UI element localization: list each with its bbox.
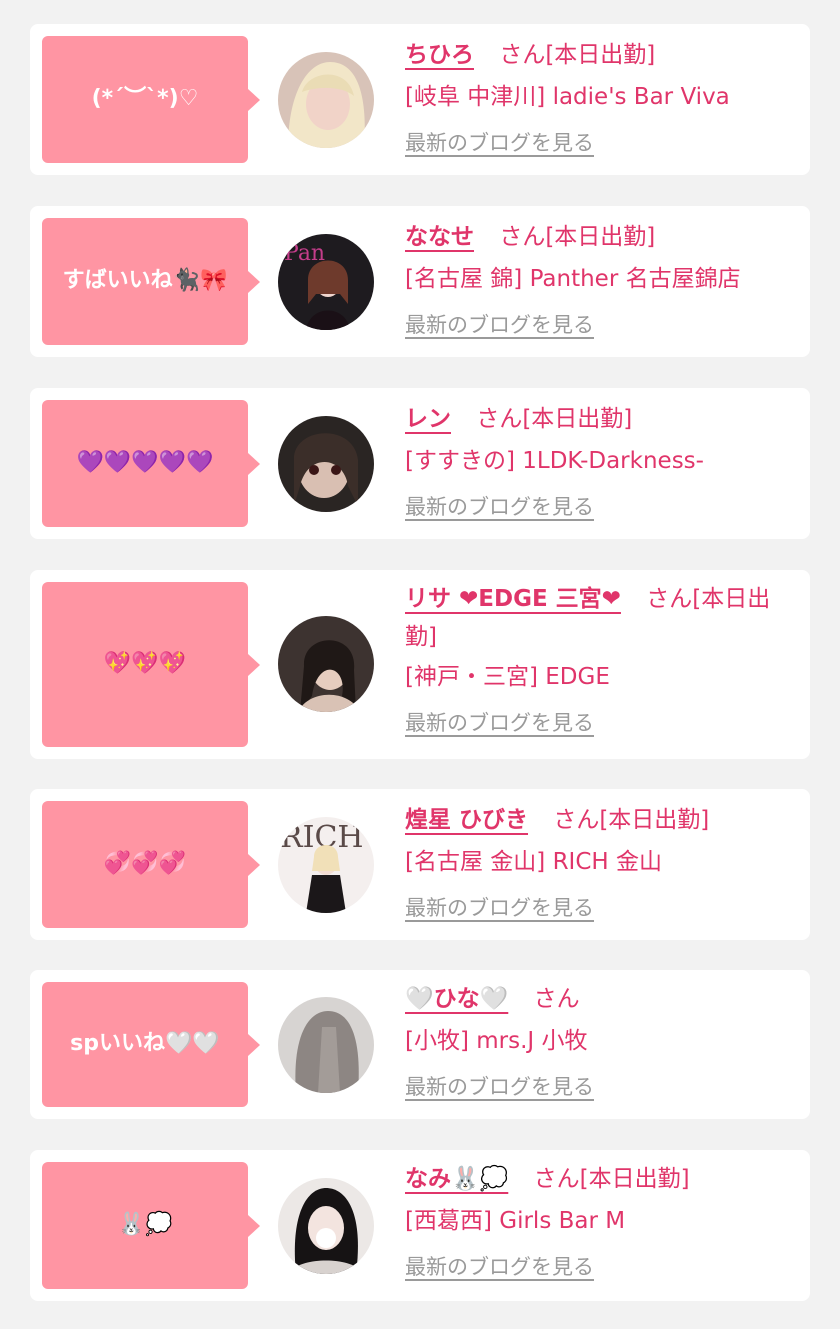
honorific: さん: [533, 1166, 580, 1192]
status-badge: [本日出勤]: [522, 406, 633, 432]
comment-text: すばいいね🐈‍⬛🎀: [62, 268, 228, 294]
profile-photo-icon: [278, 52, 374, 148]
avatar[interactable]: [278, 997, 374, 1093]
comment-text: 💜💜💜💜💜: [76, 450, 214, 476]
comment-bubble: すばいいね🐈‍⬛🎀: [42, 218, 260, 345]
shop-name: [小牧] mrs.J 小牧: [405, 1028, 588, 1054]
profile-photo-icon: [278, 997, 374, 1093]
list-item: spいいね🤍🤍 🤍ひな🤍 さん [小牧] mrs.J 小牧 最新のブログを見る: [30, 970, 810, 1119]
avatar[interactable]: RICH: [278, 817, 374, 913]
comment-bubble: 🐰💭: [42, 1162, 260, 1289]
comment-text: 💞💞💞: [103, 851, 187, 877]
shop-name: [名古屋 金山] RICH 金山: [405, 849, 662, 875]
avatar[interactable]: [278, 1178, 374, 1274]
shop-name: [岐阜 中津川] ladie's Bar Viva: [405, 84, 730, 110]
profile-photo-icon: [278, 616, 374, 712]
svg-text:Pan: Pan: [284, 241, 325, 266]
profile-name-link[interactable]: 煌星 ひびき: [405, 807, 528, 833]
avatar[interactable]: Pan: [278, 234, 374, 330]
honorific: さん: [646, 586, 693, 612]
entry-info: 煌星 ひびき さん[本日出勤] [名古屋 金山] RICH 金山 最新のブログを…: [405, 799, 790, 929]
list-item: 💜💜💜💜💜 レン さん[本日出勤] [すすきの] 1LDK-Darkness- …: [30, 388, 810, 539]
honorific: さん: [533, 986, 580, 1012]
honorific: さん: [553, 807, 600, 833]
profile-photo-icon: RICH: [278, 817, 374, 913]
profile-name-link[interactable]: ななせ: [405, 224, 474, 250]
avatar[interactable]: [278, 416, 374, 512]
comment-text: (*´︶`*)♡: [91, 86, 199, 112]
honorific: さん: [499, 224, 546, 250]
shop-name: [神戸・三宮] EDGE: [405, 664, 610, 690]
profile-photo-icon: [278, 1178, 374, 1274]
like-list: (*´︶`*)♡ ちひろ さん[本日出勤] [岐阜 中津川] ladie's B…: [0, 0, 840, 1329]
list-item: すばいいね🐈‍⬛🎀 Pan ななせ さん[本日出勤] [名古屋 錦] Panth…: [30, 206, 810, 357]
honorific: さん: [476, 406, 523, 432]
list-item: 💞💞💞 RICH 煌星 ひびき さん[本日出勤] [名古屋 金山] RICH 金…: [30, 789, 810, 940]
profile-name-link[interactable]: なみ🐰💭: [405, 1166, 508, 1192]
list-item: 💖💖💖 リサ ❤︎EDGE 三宮❤︎ さん[本日出勤] [神戸・三宮] EDGE…: [30, 570, 810, 759]
status-badge: [本日出勤]: [545, 224, 656, 250]
profile-name-link[interactable]: 🤍ひな🤍: [405, 986, 508, 1012]
list-item: (*´︶`*)♡ ちひろ さん[本日出勤] [岐阜 中津川] ladie's B…: [30, 24, 810, 175]
comment-text: 💖💖💖: [103, 651, 187, 677]
entry-info: ちひろ さん[本日出勤] [岐阜 中津川] ladie's Bar Viva 最…: [405, 34, 790, 164]
comment-bubble: (*´︶`*)♡: [42, 36, 260, 163]
profile-photo-icon: [278, 416, 374, 512]
comment-bubble: 💖💖💖: [42, 582, 260, 747]
profile-name-link[interactable]: リサ ❤︎EDGE 三宮❤︎: [405, 586, 621, 612]
entry-info: リサ ❤︎EDGE 三宮❤︎ さん[本日出勤] [神戸・三宮] EDGE 最新の…: [405, 580, 790, 744]
profile-name-link[interactable]: レン: [405, 406, 451, 432]
avatar[interactable]: [278, 52, 374, 148]
entry-info: なみ🐰💭 さん[本日出勤] [西葛西] Girls Bar M 最新のブログを見…: [405, 1158, 790, 1288]
blog-link[interactable]: 最新のブログを見る: [405, 887, 594, 929]
shop-name: [すすきの] 1LDK-Darkness-: [405, 448, 704, 474]
blog-link[interactable]: 最新のブログを見る: [405, 1246, 594, 1288]
shop-name: [西葛西] Girls Bar M: [405, 1208, 626, 1234]
status-badge: [本日出勤]: [545, 42, 656, 68]
avatar[interactable]: [278, 616, 374, 712]
comment-bubble: spいいね🤍🤍: [42, 982, 260, 1107]
comment-bubble: 💞💞💞: [42, 801, 260, 928]
profile-name-link[interactable]: ちひろ: [405, 42, 474, 68]
profile-photo-icon: Pan: [278, 234, 374, 330]
blog-link[interactable]: 最新のブログを見る: [405, 1066, 594, 1108]
blog-link[interactable]: 最新のブログを見る: [405, 304, 594, 346]
comment-text: 🐰💭: [117, 1212, 173, 1238]
status-badge: [本日出勤]: [579, 1166, 690, 1192]
blog-link[interactable]: 最新のブログを見る: [405, 702, 594, 744]
comment-text: spいいね🤍🤍: [70, 1031, 220, 1057]
entry-info: ななせ さん[本日出勤] [名古屋 錦] Panther 名古屋錦店 最新のブロ…: [405, 216, 790, 346]
entry-info: レン さん[本日出勤] [すすきの] 1LDK-Darkness- 最新のブログ…: [405, 398, 790, 528]
blog-link[interactable]: 最新のブログを見る: [405, 122, 594, 164]
comment-bubble: 💜💜💜💜💜: [42, 400, 260, 527]
list-item: 🐰💭 なみ🐰💭 さん[本日出勤] [西葛西] Girls Bar M 最新のブロ…: [30, 1150, 810, 1301]
honorific: さん: [499, 42, 546, 68]
entry-info: 🤍ひな🤍 さん [小牧] mrs.J 小牧 最新のブログを見る: [405, 978, 790, 1108]
status-badge: [本日出勤]: [599, 807, 710, 833]
shop-name: [名古屋 錦] Panther 名古屋錦店: [405, 266, 741, 292]
blog-link[interactable]: 最新のブログを見る: [405, 486, 594, 528]
